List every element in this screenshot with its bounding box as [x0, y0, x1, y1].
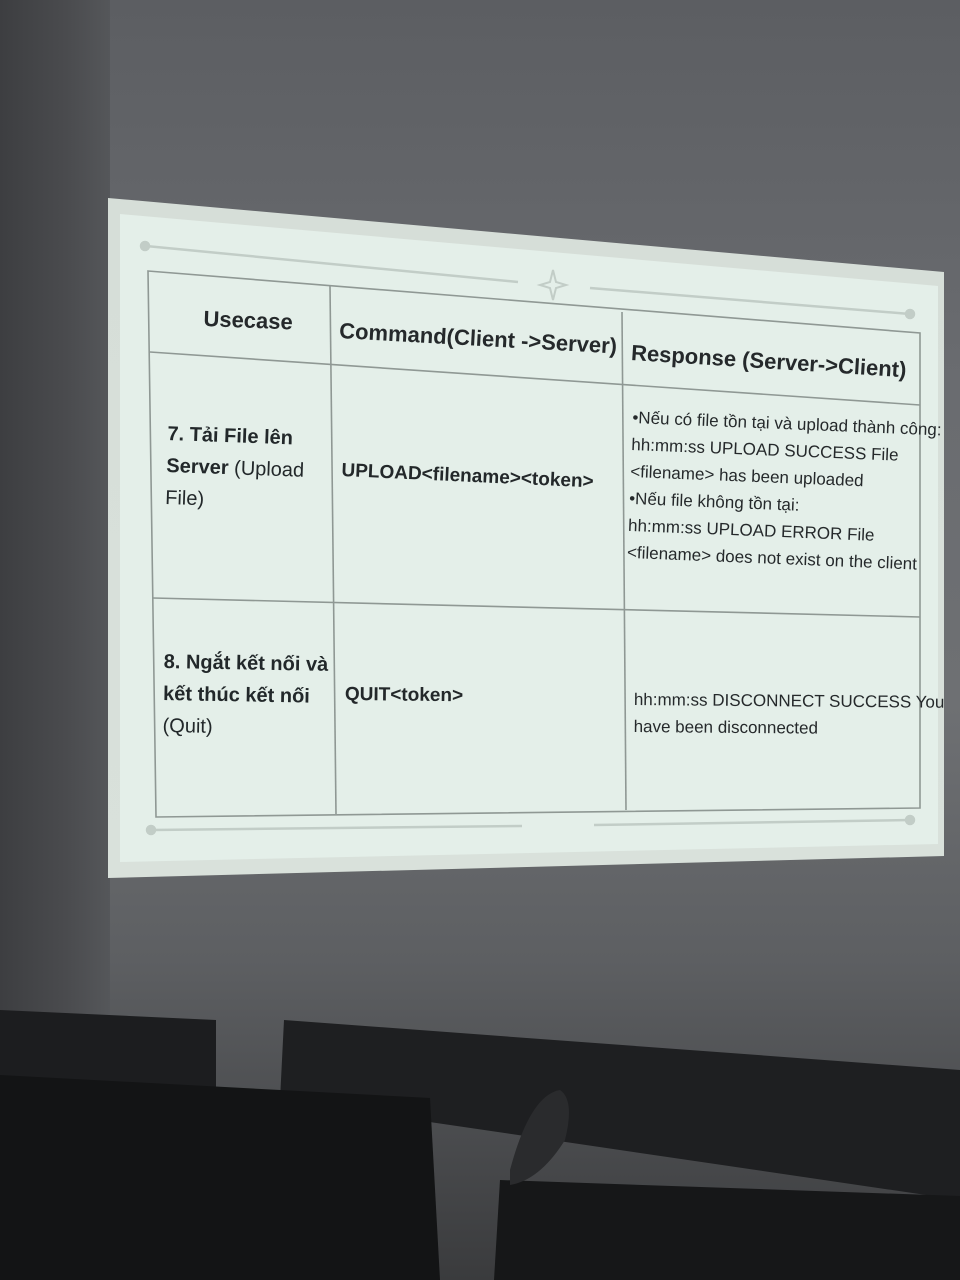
row2-usecase-line2: kết thúc kết nối	[162, 682, 311, 708]
row2-usecase-line3: (Quit)	[162, 714, 213, 738]
row1-usecase-line2-bold: Server	[165, 454, 229, 480]
row2-response-line1: hh:mm:ss DISCONNECT SUCCESS You	[633, 689, 945, 712]
row1-usecase: 7. Tải File lên Server (Upload File)	[165, 418, 306, 519]
foreground-monitors	[0, 1010, 960, 1280]
header-usecase: Usecase	[203, 306, 294, 335]
row2-response-line2: have been disconnected	[633, 716, 819, 738]
row1-response: •Nếu có file tồn tại và upload thành côn…	[626, 404, 942, 578]
row1-usecase-line2-rest: (Upload	[228, 457, 305, 482]
row1-usecase-line1: 7. Tải File lên	[167, 422, 294, 450]
row2-usecase: 8. Ngắt kết nối và kết thúc kết nối (Qui…	[162, 646, 328, 745]
row2-response: hh:mm:ss DISCONNECT SUCCESS You have bee…	[634, 686, 945, 743]
row2-usecase-line1: 8. Ngắt kết nối và	[163, 650, 329, 676]
row2-command: QUIT<token>	[344, 684, 464, 707]
row1-usecase-line3: File)	[164, 486, 205, 511]
